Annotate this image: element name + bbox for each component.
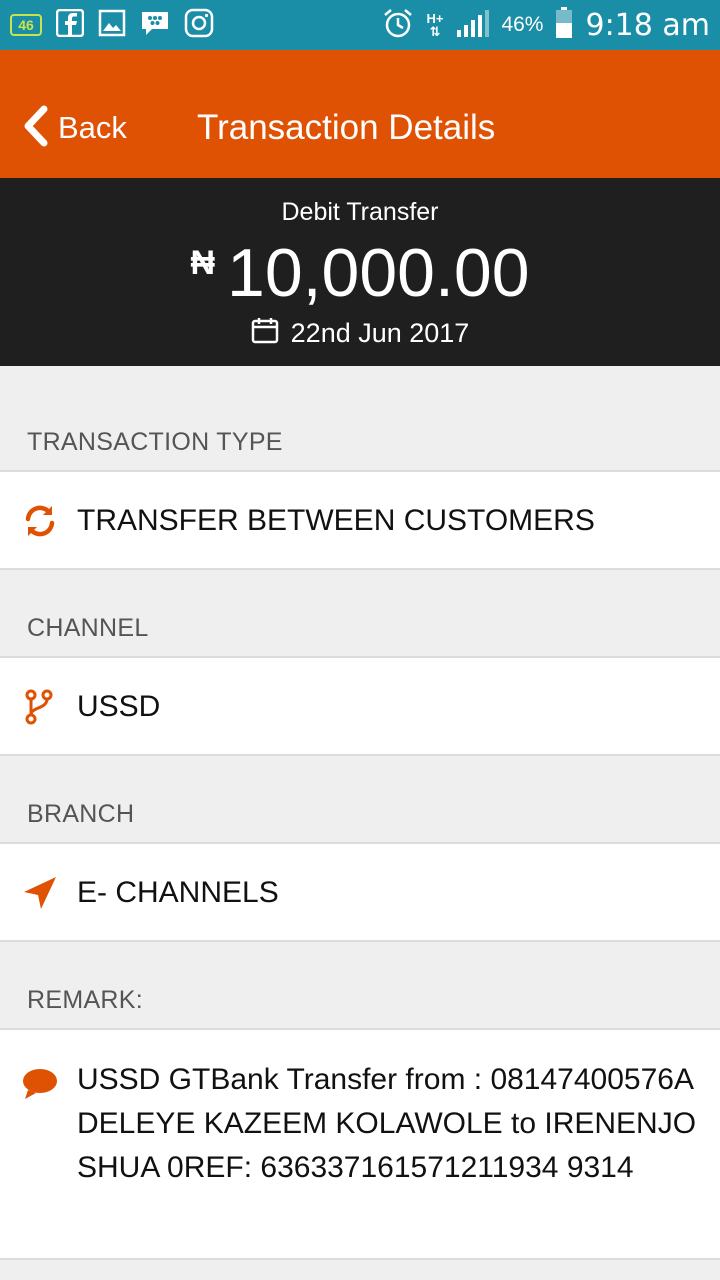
branch-heading: BRANCH — [27, 800, 135, 828]
amount-value: 10,000.00 — [227, 235, 530, 311]
transaction-type-heading: TRANSACTION TYPE — [27, 428, 283, 456]
transaction-amount: ₦ 10,000.00 — [0, 234, 720, 312]
chat-icon — [22, 1066, 58, 1102]
sim-badge-icon: 46 — [10, 14, 42, 36]
date-text: 22nd Jun 2017 — [290, 318, 470, 348]
status-bar: 46 H+ ⇅ 46% 9:18 am — [0, 0, 720, 50]
signal-icon — [455, 8, 490, 43]
remark-row: USSD GTBank Transfer from : 08147400576A… — [0, 1028, 720, 1260]
chevron-left-icon — [20, 105, 50, 152]
branch-value: E- CHANNELS — [77, 876, 279, 909]
transaction-date: 22nd Jun 2017 — [0, 316, 720, 351]
bbm-icon — [140, 9, 170, 42]
back-button[interactable]: Back — [20, 105, 127, 152]
transaction-type-label: Debit Transfer — [281, 198, 439, 226]
transaction-type-row: TRANSFER BETWEEN CUSTOMERS — [0, 470, 720, 570]
battery-icon — [555, 6, 573, 44]
clock: 9:18 am — [585, 7, 710, 43]
back-label: Back — [58, 110, 127, 145]
status-notifications: 46 — [10, 8, 214, 42]
instagram-icon — [184, 8, 214, 43]
calendar-icon — [251, 316, 279, 351]
refresh-icon — [22, 503, 58, 539]
location-arrow-icon — [22, 875, 58, 911]
page-title: Transaction Details — [197, 108, 496, 147]
channel-heading: CHANNEL — [27, 614, 149, 642]
app-bar: Back Transaction Details — [0, 50, 720, 178]
status-system: H+ ⇅ 46% 9:18 am — [382, 6, 710, 44]
hplus-icon: H+ ⇅ — [426, 11, 444, 39]
transaction-summary: Debit Transfer ₦ 10,000.00 22nd Jun 2017 — [0, 178, 720, 366]
gallery-icon — [98, 9, 126, 42]
branch-row: E- CHANNELS — [0, 842, 720, 942]
transaction-type-value: TRANSFER BETWEEN CUSTOMERS — [77, 504, 595, 537]
currency-symbol: ₦ — [190, 244, 216, 282]
facebook-icon — [55, 8, 85, 42]
channel-row: USSD — [0, 656, 720, 756]
battery-percent: 46% — [501, 13, 544, 36]
remark-heading: REMARK: — [27, 986, 144, 1014]
branch-icon — [22, 689, 58, 725]
channel-value: USSD — [77, 690, 161, 723]
remark-value: USSD GTBank Transfer from : 08147400576A… — [77, 1063, 697, 1184]
alarm-icon — [382, 7, 414, 44]
